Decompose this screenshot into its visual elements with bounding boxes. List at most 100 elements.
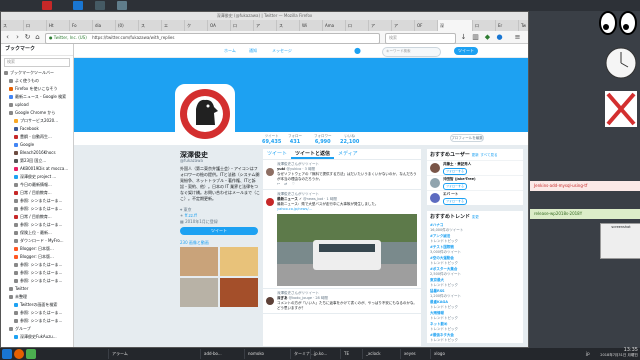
bookmark-item[interactable]: Twitter: [1, 285, 73, 293]
desktop-icon-4[interactable]: [117, 1, 127, 10]
media-thumb[interactable]: [220, 278, 258, 307]
profile-handle[interactable]: @fukazawa: [180, 158, 203, 163]
trend-item[interactable]: #最強ネタ大会 トレンドトピック: [427, 332, 523, 343]
bookmark-item[interactable]: 深澤俊史FukAuzu...: [1, 333, 73, 341]
browser-tab[interactable]: OA: [208, 20, 231, 31]
tweet-photo[interactable]: [277, 214, 417, 286]
profile-stat[interactable]: ツイート 69,435: [262, 133, 281, 145]
browser-tab[interactable]: Tw: [519, 20, 528, 31]
desktop-icon-1[interactable]: [42, 1, 52, 10]
back-icon[interactable]: ‹: [3, 33, 12, 42]
bookmark-item[interactable]: Blogger: 日本版...: [1, 245, 73, 253]
trend-item[interactable]: 猛暑RSS 1,200件のツイート: [427, 288, 523, 299]
trends-change-link[interactable]: 変更: [472, 215, 479, 219]
tweet[interactable]: 深澤俊史さんがリツイート 最新ニュース ✓ @news_bot · 1 時間 最…: [263, 190, 421, 289]
suggested-user-avatar[interactable]: [430, 163, 440, 173]
bookmark-item[interactable]: 日常 / 目前教育...: [1, 189, 73, 197]
bookmark-item[interactable]: 保険上位 - 最新...: [1, 229, 73, 237]
home-icon[interactable]: ⌂: [33, 33, 42, 42]
tweet-avatar[interactable]: [266, 168, 274, 176]
follow-button[interactable]: フォローする: [443, 183, 467, 190]
tweet-avatar[interactable]: [266, 198, 274, 206]
trend-item[interactable]: ネット勤め トレンドトピック: [427, 321, 523, 332]
trend-item[interactable]: 東京最大 トレンドトピック: [427, 277, 523, 288]
browser-tab[interactable]: Ht: [47, 20, 70, 31]
taskbar-item[interactable]: jp.ko...: [310, 349, 330, 359]
browser-tab[interactable]: dia: [93, 20, 116, 31]
bookmark-item[interactable]: 深澤俊史 project ...: [1, 173, 73, 181]
bookmark-item[interactable]: 第23回 国立...: [1, 157, 73, 165]
reply-icon[interactable]: ↩: [277, 182, 280, 186]
bookmark-item[interactable]: Blogger: 日本版...: [1, 253, 73, 261]
bookmark-item[interactable]: Firefox を使いこなそう: [1, 85, 73, 93]
extension-icon[interactable]: ◆: [483, 33, 492, 42]
taskbar-item[interactable]: _xclock: [362, 349, 384, 359]
bookmark-item[interactable]: 参照: シンまたはーま...: [1, 309, 73, 317]
refresh-link[interactable]: 更新: [472, 153, 479, 157]
browser-tab[interactable]: ク: [185, 20, 208, 31]
browser-tab[interactable]: ア: [369, 20, 392, 31]
desktop-icon-2[interactable]: [73, 1, 83, 10]
browser-tab[interactable]: Fo: [70, 20, 93, 31]
tweet-link[interactable]: yahoo.co.jp/news/...: [277, 207, 418, 212]
browser-tab[interactable]: Er: [496, 20, 519, 31]
tab-media[interactable]: メディア: [334, 149, 362, 159]
suggested-user-avatar[interactable]: [430, 193, 440, 203]
account-icon[interactable]: ●: [495, 33, 504, 42]
bookmark-item[interactable]: Facebook: [1, 125, 73, 133]
suggested-user[interactable]: エバ 一ト フォローする: [427, 190, 523, 205]
nav-notifications[interactable]: 通知: [249, 47, 257, 55]
address-bar[interactable]: ● Twitter, Inc. (US) https://twitter.com…: [45, 33, 380, 44]
taskbar-clock[interactable]: 13:35 2018年7月31日 月曜日: [592, 348, 638, 358]
files-icon[interactable]: [26, 349, 36, 359]
bookmark-item[interactable]: 最新ニュース - Google 検索: [1, 93, 73, 101]
ime-indicator[interactable]: jp: [586, 348, 590, 360]
forward-icon[interactable]: ›: [13, 33, 22, 42]
desktop-icon-3[interactable]: [95, 1, 105, 10]
browser-tab[interactable]: ア: [254, 20, 277, 31]
trend-item[interactable]: #空の大運動会 トレンドトピック: [427, 255, 523, 266]
bookmark-item[interactable]: Google Chrome から: [1, 109, 73, 117]
media-thumb[interactable]: [180, 247, 218, 276]
view-all-link[interactable]: すべて見る: [480, 153, 497, 157]
media-link[interactable]: 230 画像と動画: [180, 240, 209, 246]
suggested-user-name[interactable]: エバ 一ト: [443, 192, 458, 197]
desktop-note[interactable]: release-wp2018s-2018Y: [530, 209, 640, 219]
browser-tab[interactable]: ス: [277, 20, 300, 31]
browser-tab[interactable]: ロ: [24, 20, 47, 31]
bookmark-item[interactable]: 参照: シンまたはーま...: [1, 317, 73, 325]
bookmark-item[interactable]: Twitterの画面を検索: [1, 301, 73, 309]
browser-search-input[interactable]: 検索: [385, 33, 456, 44]
browser-tab[interactable]: Wi: [300, 20, 323, 31]
bookmark-item[interactable]: ダウンロード - MyFro...: [1, 237, 73, 245]
taskbar-item[interactable]: add-bo...: [200, 349, 225, 359]
tweet[interactable]: 深澤俊史さんがリツイート 深ぎあ @kodo_jouge · 28 時間 コメン…: [263, 289, 421, 314]
bookmark-item[interactable]: Google: [1, 141, 73, 149]
bookmark-item[interactable]: upload: [1, 101, 73, 109]
browser-tab[interactable]: ス: [139, 20, 162, 31]
taskbar-item[interactable]: xeyes: [400, 349, 419, 359]
bookmarks-search-input[interactable]: 検索: [4, 58, 70, 67]
trend-item[interactable]: 最重KAGA トレンドトピック: [427, 299, 523, 310]
twitter-search-input[interactable]: キーワード検索: [382, 47, 441, 57]
bookmark-item[interactable]: 参照: シンまたはーま...: [1, 197, 73, 205]
taskbar-item[interactable]: アラーム: [108, 349, 131, 359]
nav-messages[interactable]: メッセージ: [272, 47, 292, 55]
trend-item[interactable]: 大雨情報 トレンドトピック: [427, 310, 523, 321]
menu-icon[interactable]: ≡: [513, 33, 522, 42]
browser-tab[interactable]: ス: [1, 20, 24, 31]
media-thumb[interactable]: [220, 247, 258, 276]
retweet-icon[interactable]: ⇄: [284, 182, 287, 186]
browser-tab[interactable]: OF: [415, 20, 438, 31]
tweet-author[interactable]: 最新ニュース ✓: [277, 197, 302, 201]
browser-tab[interactable]: 深: [438, 20, 473, 31]
start-menu-icon[interactable]: [2, 349, 12, 359]
suggested-user-name[interactable]: 井藤土 · 黄記秀人: [443, 162, 471, 167]
bookmark-item[interactable]: ブックマークツールバー: [1, 69, 73, 77]
trend-item[interactable]: #テスト国際戦 3,000件のツイート: [427, 244, 523, 255]
tweet-avatar[interactable]: [266, 297, 274, 305]
suggested-user[interactable]: 井藤土 · 黄記秀人 フォローする: [427, 160, 523, 175]
tweet-button[interactable]: ツイート: [454, 47, 478, 55]
profile-tweet-button[interactable]: ツイート: [180, 227, 258, 235]
trend-item[interactable]: #ポスター大集合 2,500件のツイート: [427, 266, 523, 277]
